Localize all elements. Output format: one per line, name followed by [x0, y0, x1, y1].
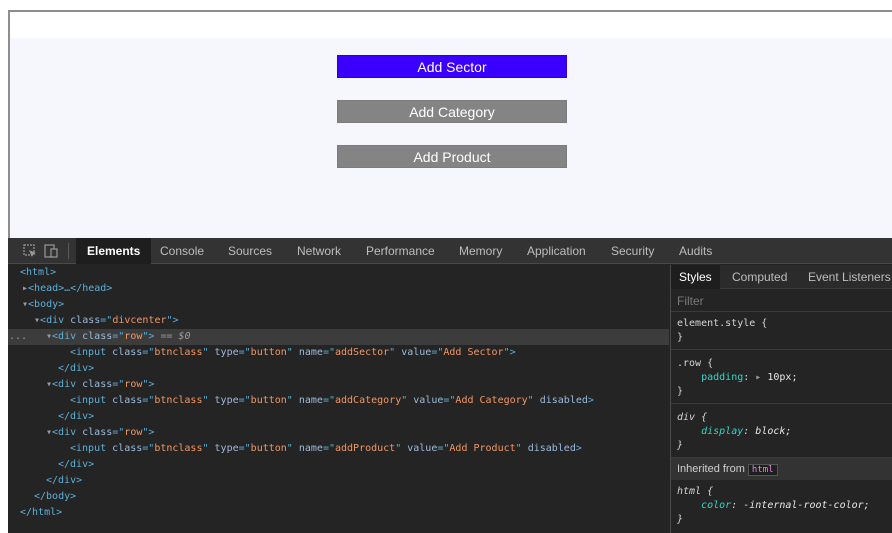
tab-memory[interactable]: Memory [459, 238, 502, 264]
dom-tree: <html> ▸<head>…</head> ▾<body> ▾<div cla… [8, 265, 669, 533]
tab-application[interactable]: Application [527, 238, 586, 264]
tab-security[interactable]: Security [611, 238, 654, 264]
rule-div[interactable]: div { display: block; } [671, 407, 892, 458]
rule-row[interactable]: .row { padding: ▸ 10px; } [671, 353, 892, 404]
rule-html[interactable]: html { color: -internal-root-color; } [671, 481, 892, 531]
styles-filter-input[interactable] [671, 290, 892, 312]
tab-performance[interactable]: Performance [366, 238, 435, 264]
tab-elements[interactable]: Elements [76, 238, 152, 264]
tab-styles[interactable]: Styles [671, 265, 720, 289]
dom-node-row[interactable]: ▾<div class="row"> [8, 377, 669, 393]
devtools-toolbar: Elements Console Sources Network Perform… [8, 238, 892, 264]
page-viewport: Add Sector Add Category Add Product [8, 10, 892, 238]
dom-node-div-close: </div> [46, 475, 83, 486]
more-options-icon[interactable]: ... [9, 329, 27, 345]
dom-node-input-product[interactable]: <input class="btnclass" type="button" na… [8, 441, 669, 457]
devtools-panel: Elements Console Sources Network Perform… [8, 238, 892, 533]
device-toolbar-icon[interactable] [44, 244, 58, 258]
toolbar-separator [68, 243, 69, 259]
rule-element-style[interactable]: element.style { } [671, 313, 892, 350]
tab-network[interactable]: Network [297, 238, 341, 264]
dom-node-div-close: </div> [58, 363, 95, 374]
dom-node-html-close: </html> [20, 507, 63, 518]
styles-tabbar: Styles Computed Event Listeners [671, 265, 892, 289]
dom-node-div-close: </div> [58, 459, 95, 470]
styles-pane: Styles Computed Event Listeners element.… [670, 265, 892, 533]
inspect-element-icon[interactable] [23, 244, 37, 258]
add-category-button: Add Category [337, 100, 567, 123]
dom-node-body-close: </body> [34, 491, 77, 502]
dom-node-div-close: </div> [58, 411, 95, 422]
dom-node-divcenter[interactable]: ▾<div class="divcenter"> [8, 313, 669, 329]
tab-computed[interactable]: Computed [732, 265, 787, 289]
dom-node-input-category[interactable]: <input class="btnclass" type="button" na… [8, 393, 669, 409]
tab-audits[interactable]: Audits [679, 238, 712, 264]
dom-node-body[interactable]: ▾<body> [8, 297, 669, 313]
inherited-from-header: Inherited from html [671, 458, 892, 480]
page-body: Add Sector Add Category Add Product [10, 38, 892, 238]
dom-node-row[interactable]: ▾<div class="row"> [8, 425, 669, 441]
dom-node-html[interactable]: <html> [8, 265, 669, 281]
inherited-tag-chip[interactable]: html [747, 464, 778, 476]
dom-node-row-selected[interactable]: ... ▾<div class="row"> == $0 [8, 329, 669, 345]
dom-node-head[interactable]: ▸<head>…</head> [8, 281, 669, 297]
tab-event-listeners[interactable]: Event Listeners [808, 265, 891, 289]
tab-console[interactable]: Console [160, 238, 204, 264]
tab-sources[interactable]: Sources [228, 238, 272, 264]
add-sector-button[interactable]: Add Sector [337, 55, 567, 78]
add-product-button: Add Product [337, 145, 567, 168]
dom-node-input-sector[interactable]: <input class="btnclass" type="button" na… [8, 345, 669, 361]
